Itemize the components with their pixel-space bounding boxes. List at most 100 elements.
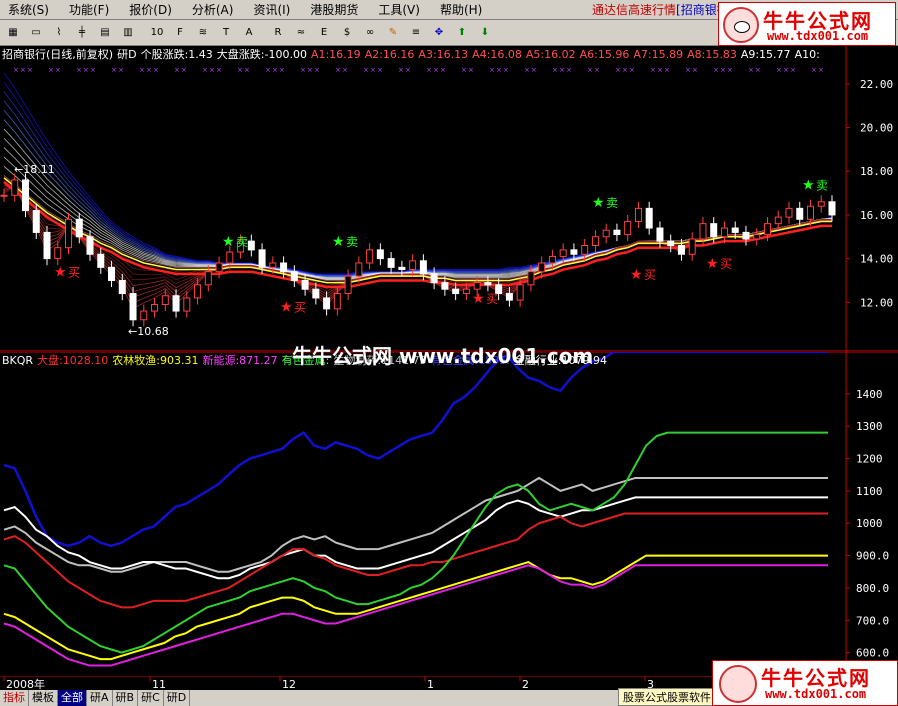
bottom-tab-2[interactable]: 全部 (58, 690, 87, 706)
price-header-field-13: A10: (794, 48, 820, 61)
candle-body (86, 236, 94, 255)
etf-button[interactable]: E (313, 21, 335, 44)
bottom-tab-6[interactable]: 研D (164, 690, 191, 706)
signal-marker: × (181, 66, 187, 74)
signal-marker: × (111, 66, 117, 74)
menu-system[interactable]: 系统(S) (0, 0, 59, 20)
compare-icon: ≋ (198, 27, 208, 38)
menu-tools[interactable]: 工具(V) (368, 0, 430, 20)
signal-marker: × (720, 66, 726, 74)
candle-body (151, 303, 159, 312)
candle-body (806, 205, 814, 220)
up-arrow-icon: ⬆ (457, 27, 467, 38)
sector-tick-label: 1000 (856, 517, 883, 530)
buy-label: 买 (294, 301, 306, 315)
candle-body (97, 253, 105, 268)
table-button[interactable]: ▤ (94, 21, 116, 44)
move-icon: ✥ (434, 27, 444, 38)
candle-body (75, 218, 83, 238)
kline-button[interactable]: ╪ (71, 21, 93, 44)
candle-body (172, 295, 180, 312)
signal-marker: × (265, 66, 271, 74)
candle-body (688, 238, 696, 255)
text-button[interactable]: T (215, 21, 237, 44)
formula-software-label[interactable]: 股票公式股票软件 (618, 688, 716, 706)
sector-header-field-0: BKQR (2, 354, 34, 367)
candle-body (140, 310, 148, 321)
signal-marker: × (90, 66, 96, 74)
menu-info[interactable]: 资讯(I) (243, 0, 300, 20)
signal-marker: × (657, 66, 663, 74)
bottom-tab-3[interactable]: 研A (87, 690, 113, 706)
signal-marker: × (405, 66, 411, 74)
candle-body (624, 220, 632, 236)
date-tick-label: 1 (427, 678, 434, 690)
menu-hk-futures[interactable]: 港股期货 (300, 0, 368, 20)
spread-button[interactable]: ≈ (290, 21, 312, 44)
toolbar-label: 10 (150, 27, 164, 38)
move-button[interactable]: ✥ (428, 21, 450, 44)
line-chart-icon: ⌇ (56, 27, 62, 38)
bottom-tab-1[interactable]: 模板 (29, 690, 58, 706)
window-button[interactable]: ▭ (25, 21, 47, 44)
candle-body (753, 234, 761, 240)
toolbar-button[interactable]: 10 (146, 21, 168, 44)
candle-body (527, 271, 535, 286)
toolbar-button[interactable]: A (238, 21, 260, 44)
signal-marker: × (664, 66, 670, 74)
signal-marker: × (692, 66, 698, 74)
brand-logo: 牛牛公式网 www.tdx001.com (718, 2, 896, 46)
price-header-field-3: 大盘涨跌:-100.00 (216, 48, 307, 61)
up-arrow-button[interactable]: ⬆ (451, 21, 473, 44)
down-arrow-button[interactable]: ⬇ (474, 21, 496, 44)
text-icon: T (222, 27, 230, 38)
signal-marker: × (377, 66, 383, 74)
candle-body (645, 207, 653, 229)
star-icon: ★ (802, 177, 815, 193)
candle-body (441, 282, 449, 290)
lines-button[interactable]: ≡ (405, 21, 427, 44)
signal-marker: × (587, 66, 593, 74)
menu-help[interactable]: 帮助(H) (430, 0, 492, 20)
grid-button[interactable]: ▦ (2, 21, 24, 44)
price-chart[interactable]: × × × × × × × × × × × × × × × × × × × × × × × × × × × × × × × × × × × × × × × ×… (0, 46, 898, 352)
star-icon: ★ (280, 300, 293, 316)
candle-body (376, 249, 384, 260)
signal-marker: × (531, 66, 537, 74)
candle-body (763, 223, 771, 236)
window-icon: ▭ (31, 27, 41, 38)
signal-marker: × (300, 66, 306, 74)
price-tick-label: 22.00 (860, 78, 893, 91)
sector-index-chart[interactable]: 1400 1300 1200 1100 1000 900.0 800.0 700.0 600.0 (0, 352, 898, 690)
bottom-tab-5[interactable]: 研C (138, 690, 164, 706)
candle-body (516, 284, 524, 301)
menu-quote[interactable]: 报价(D) (119, 0, 182, 20)
signal-marker: × (755, 66, 761, 74)
link-button[interactable]: ∞ (359, 21, 381, 44)
pencil-button[interactable]: ✎ (382, 21, 404, 44)
candle-body (43, 231, 51, 260)
candle-body (774, 216, 782, 225)
candle-body (280, 262, 288, 273)
date-tick-label: 2 (522, 678, 529, 690)
compare-button[interactable]: ≋ (192, 21, 214, 44)
sector-header-field-2: 农林牧渔:903.31 (112, 354, 199, 367)
dollar-button[interactable]: $ (336, 21, 358, 44)
bottom-tab-4[interactable]: 研B (113, 690, 139, 706)
signal-marker: × (783, 66, 789, 74)
candle-body (505, 293, 513, 301)
sector-tick-label: 1200 (856, 453, 883, 466)
bottom-tab-0[interactable]: 指标 (0, 690, 29, 706)
menu-analysis[interactable]: 分析(A) (182, 0, 244, 20)
rsi-button[interactable]: R (267, 21, 289, 44)
signal-marker: × (566, 66, 572, 74)
bars-button[interactable]: ▥ (117, 21, 139, 44)
cow-mascot-icon (723, 7, 759, 43)
menu-function[interactable]: 功能(F) (59, 0, 119, 20)
price-header-field-5: A2:16.16 (364, 48, 415, 61)
line-chart-button[interactable]: ⌇ (48, 21, 70, 44)
signal-marker: × (489, 66, 495, 74)
candle-body (333, 293, 341, 310)
f10-button[interactable]: F (169, 21, 191, 44)
toolbar-label: A (245, 27, 253, 38)
